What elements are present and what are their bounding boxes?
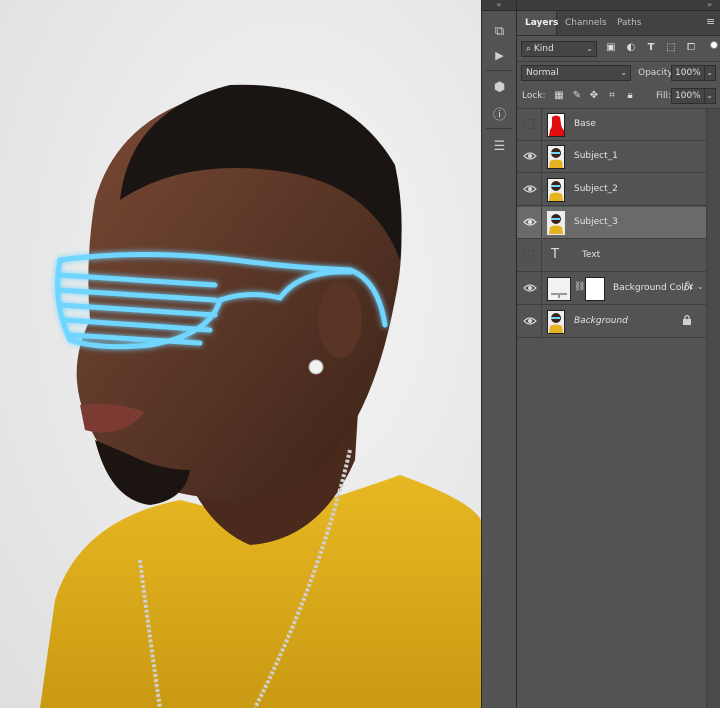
layer-thumbnail [547, 113, 565, 137]
type-layer-icon: T [551, 247, 559, 262]
panel-tab-bar: Layers Channels Paths ≡ [517, 11, 720, 36]
info-icon[interactable]: ⓘ [482, 102, 517, 124]
lock-transparency-icon[interactable]: ▦ [552, 89, 566, 103]
filter-adjustment-icon[interactable]: ◐ [624, 41, 638, 55]
history-icon[interactable]: ⧉ [482, 20, 517, 42]
divider [541, 141, 542, 172]
layer-thumbnail [547, 310, 565, 334]
chevron-down-icon: ⌄ [706, 68, 713, 77]
divider [541, 207, 542, 238]
strip-divider [486, 128, 512, 129]
fill-input[interactable]: 100% [671, 88, 705, 104]
filter-kind-dropdown[interactable]: ⌕ Kind ⌄ [521, 41, 597, 57]
eye-icon[interactable] [523, 315, 537, 327]
opacity-input[interactable]: 100% [671, 65, 705, 81]
adjustment-thumbnail [547, 277, 571, 301]
lock-paint-brush-icon[interactable]: ✎ [570, 89, 584, 103]
layer-row-background-color[interactable]: ⛓ Background Color fx ⌄ [517, 273, 706, 305]
chevron-down-icon: ⌄ [620, 68, 627, 77]
fill-label: Fill: [656, 91, 672, 101]
tab-paths[interactable]: Paths [609, 11, 651, 35]
divider [541, 109, 542, 140]
layer-name[interactable]: Subject_1 [574, 150, 618, 162]
3d-cube-icon[interactable]: ⬢ [482, 76, 517, 98]
divider [541, 240, 542, 271]
properties-icon[interactable]: ☰ [482, 135, 517, 157]
filter-kind-label: Kind [533, 44, 554, 54]
divider [541, 306, 542, 337]
layer-row-subject-1[interactable]: Subject_1 [517, 141, 706, 173]
tab-channels[interactable]: Channels [557, 11, 609, 35]
layer-name[interactable]: Text [582, 249, 600, 261]
filter-smartobject-icon[interactable]: ⧠ [684, 41, 698, 55]
layers-panel: » Layers Channels Paths ≡ ⌕ Kind ⌄ ▣ ◐ T… [517, 0, 720, 708]
play-action-icon[interactable]: ▶ [482, 44, 517, 66]
opacity-label: Opacity: [638, 68, 675, 78]
layer-thumbnail [547, 211, 565, 235]
divider [517, 61, 720, 62]
layer-effects-fx-icon[interactable]: fx [684, 281, 693, 292]
lock-label: Lock: [522, 91, 546, 101]
layer-thumbnail [547, 178, 565, 202]
lock-icon [681, 314, 693, 326]
layer-name[interactable]: Background Color [613, 282, 693, 294]
divider [541, 273, 542, 304]
opacity-slider-toggle[interactable]: ⌄ [704, 65, 716, 81]
chevron-down-icon: ⌄ [706, 91, 713, 100]
layers-scrollbar[interactable] [706, 109, 720, 708]
tab-layers[interactable]: Layers [517, 11, 558, 35]
filter-toggle-icon[interactable] [710, 41, 718, 49]
link-chain-icon[interactable]: ⛓ [574, 282, 585, 292]
layer-row-subject-2[interactable]: Subject_2 [517, 174, 706, 206]
canvas-image [0, 0, 481, 708]
chevron-down-icon: ⌄ [586, 44, 593, 53]
visibility-toggle-off[interactable] [524, 250, 534, 260]
filter-type-icon[interactable]: T [644, 41, 658, 55]
eye-icon[interactable] [523, 183, 537, 195]
expand-effects-chevron-icon[interactable]: ⌄ [697, 282, 704, 291]
lock-artboard-icon[interactable]: ⌗ [605, 89, 619, 103]
hamburger-menu-icon[interactable]: ≡ [706, 16, 716, 28]
panel-collapse-bar[interactable]: » [517, 0, 720, 11]
filter-shape-icon[interactable]: ⬚ [664, 41, 678, 55]
layer-row-subject-3[interactable]: Subject_3 [517, 207, 706, 239]
eye-icon[interactable] [523, 150, 537, 162]
layer-row-base[interactable]: Base [517, 109, 706, 141]
layer-name[interactable]: Subject_2 [574, 183, 618, 195]
document-canvas[interactable] [0, 0, 481, 708]
lock-all-icon[interactable]: 🔒︎ [623, 89, 637, 103]
layer-name[interactable]: Background [574, 315, 628, 327]
blend-mode-dropdown[interactable]: Normal ⌄ [521, 65, 631, 81]
layer-name[interactable]: Base [574, 118, 596, 130]
layer-name[interactable]: Subject_3 [574, 216, 618, 228]
strip-collapse-bar[interactable]: « [482, 0, 516, 11]
divider [541, 174, 542, 205]
eye-icon[interactable] [523, 216, 537, 228]
layer-thumbnail [547, 145, 565, 169]
search-icon: ⌕ [526, 44, 534, 54]
blend-mode-value: Normal [526, 68, 559, 78]
eye-icon[interactable] [523, 282, 537, 294]
layer-mask-thumbnail[interactable] [585, 277, 605, 301]
fill-slider-toggle[interactable]: ⌄ [704, 88, 716, 104]
filter-pixel-icon[interactable]: ▣ [604, 41, 618, 55]
lock-move-icon[interactable]: ✥ [587, 89, 601, 103]
visibility-toggle-off[interactable] [524, 119, 534, 129]
strip-divider [486, 70, 512, 71]
layer-row-text[interactable]: T Text [517, 240, 706, 272]
layer-row-background[interactable]: Background [517, 306, 706, 338]
tool-icon-strip: « ⧉ ▶ ⬢ ⓘ ☰ [481, 0, 517, 708]
